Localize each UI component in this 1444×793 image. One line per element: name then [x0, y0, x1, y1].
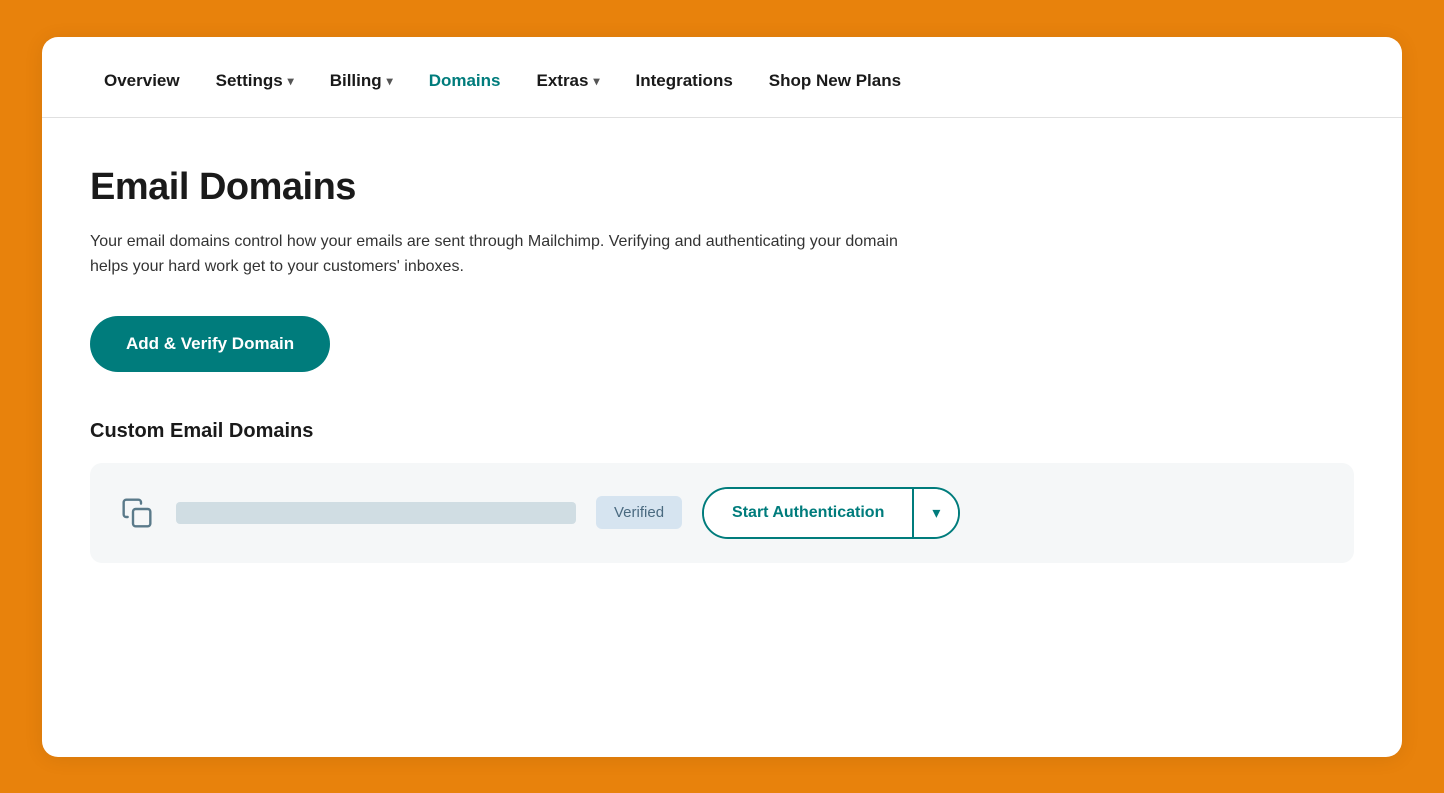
- nav-label-billing: Billing: [330, 71, 382, 91]
- nav-item-shop-new-plans[interactable]: Shop New Plans: [755, 65, 915, 97]
- nav-item-billing[interactable]: Billing ▾: [316, 65, 407, 97]
- nav-item-extras[interactable]: Extras ▾: [522, 65, 613, 97]
- nav-item-overview[interactable]: Overview: [90, 65, 194, 97]
- verified-badge: Verified: [596, 496, 682, 529]
- chevron-down-icon: ▾: [387, 74, 393, 88]
- domain-name-blurred: [176, 502, 576, 524]
- add-verify-domain-button[interactable]: Add & Verify Domain: [90, 316, 330, 372]
- nav-item-settings[interactable]: Settings ▾: [202, 65, 308, 97]
- chevron-down-icon: ▾: [593, 74, 599, 88]
- nav-label-extras: Extras: [536, 71, 588, 91]
- start-authentication-button[interactable]: Start Authentication: [704, 489, 912, 537]
- authentication-button-group: Start Authentication ▾: [702, 487, 960, 539]
- custom-domains-section-title: Custom Email Domains: [90, 420, 1354, 443]
- domain-row: Verified Start Authentication ▾: [90, 463, 1354, 563]
- authentication-dropdown-button[interactable]: ▾: [912, 489, 958, 537]
- main-card: Overview Settings ▾ Billing ▾ Domains Ex…: [42, 37, 1402, 757]
- page-title: Email Domains: [90, 166, 1354, 209]
- nav-item-domains[interactable]: Domains: [415, 65, 515, 97]
- copy-icon: [118, 494, 156, 532]
- nav-label-settings: Settings: [216, 71, 283, 91]
- page-content: Email Domains Your email domains control…: [42, 118, 1402, 611]
- page-description: Your email domains control how your emai…: [90, 229, 910, 280]
- chevron-down-icon: ▾: [288, 74, 294, 88]
- chevron-down-icon: ▾: [932, 503, 940, 523]
- nav-item-integrations[interactable]: Integrations: [622, 65, 747, 97]
- navigation: Overview Settings ▾ Billing ▾ Domains Ex…: [42, 37, 1402, 118]
